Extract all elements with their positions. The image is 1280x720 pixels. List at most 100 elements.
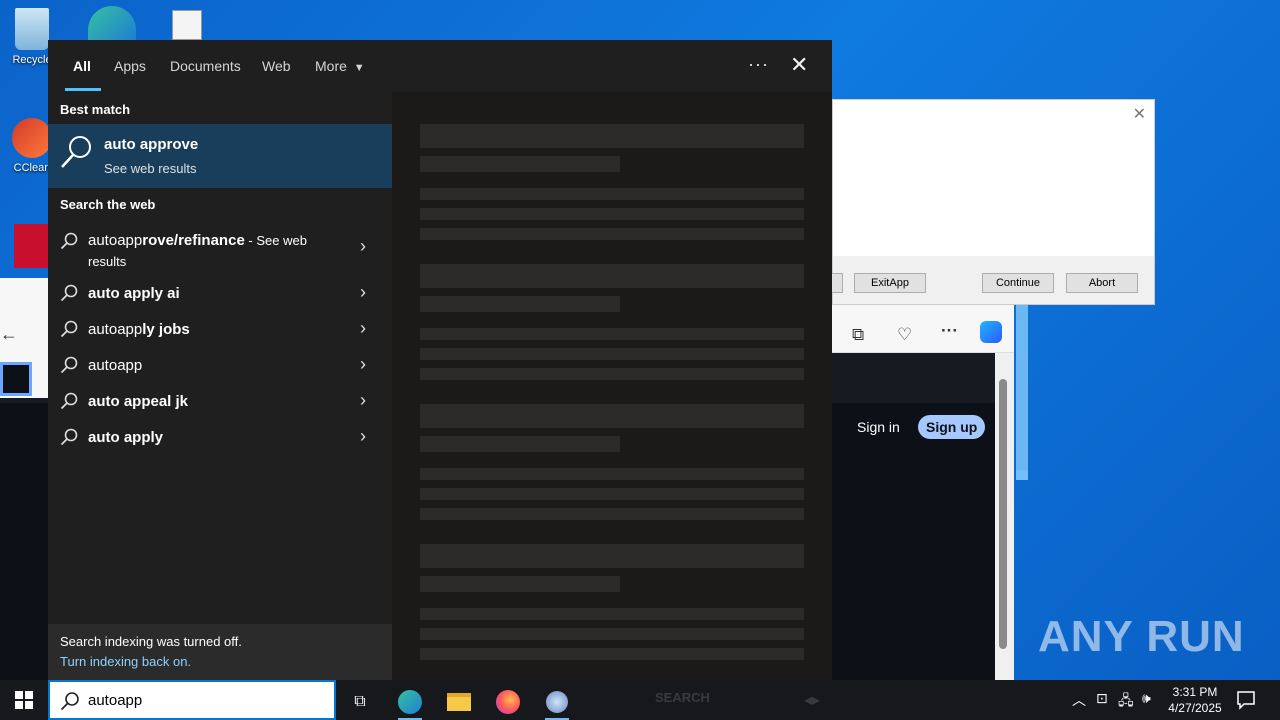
loading-placeholder bbox=[420, 608, 804, 620]
edge-desktop-icon[interactable] bbox=[88, 6, 136, 40]
loading-placeholder bbox=[420, 264, 804, 288]
preview-pane-loading bbox=[392, 92, 832, 680]
search-icon bbox=[60, 320, 78, 338]
loading-placeholder bbox=[420, 544, 804, 568]
search-input[interactable] bbox=[88, 690, 318, 710]
desktop-icon-label: CClean bbox=[13, 162, 51, 174]
tab-apps[interactable]: Apps bbox=[114, 58, 146, 74]
edge-icon bbox=[398, 690, 422, 714]
taskbar: ⧉ SEARCH ◂▸ ︿ ⊡ 🖧 🕪 3:31 PM 4/27/2025 bbox=[0, 680, 1280, 720]
taskbar-file-explorer[interactable] bbox=[439, 684, 479, 720]
web-result-text: autoapply jobs bbox=[88, 321, 190, 338]
web-result-item[interactable]: auto apply › bbox=[48, 420, 392, 456]
web-result-text: auto apply ai bbox=[88, 285, 180, 302]
best-match-result[interactable]: auto approve See web results bbox=[48, 124, 392, 188]
loading-placeholder bbox=[420, 188, 804, 200]
loading-placeholder bbox=[420, 648, 804, 660]
web-result-text: autoapprove/refinance - See web results bbox=[88, 230, 328, 272]
close-icon[interactable]: ✕ bbox=[790, 52, 808, 78]
notification-icon[interactable] bbox=[1236, 690, 1256, 710]
terminal-icon bbox=[0, 362, 32, 396]
search-icon bbox=[60, 392, 78, 410]
more-icon[interactable]: ··· bbox=[941, 321, 958, 341]
sign-up-button[interactable]: Sign up bbox=[918, 415, 986, 439]
web-result-bold: auto apply bbox=[88, 429, 164, 446]
recycle-bin-icon bbox=[15, 8, 49, 50]
more-options-icon[interactable]: ··· bbox=[748, 54, 769, 75]
tab-all[interactable]: All bbox=[73, 58, 91, 74]
loading-placeholder bbox=[420, 368, 804, 380]
chevron-right-icon[interactable]: › bbox=[360, 236, 366, 257]
web-result-item[interactable]: auto apply ai › bbox=[48, 276, 392, 312]
chevron-right-icon[interactable]: › bbox=[360, 426, 366, 447]
results-list: Best match auto approve See web results … bbox=[48, 92, 392, 680]
firefox-icon bbox=[496, 690, 520, 714]
tab-web[interactable]: Web bbox=[262, 58, 291, 74]
ccleaner-icon bbox=[12, 118, 52, 158]
close-icon[interactable]: ✕ bbox=[1133, 104, 1146, 124]
network-icon[interactable]: 🖧 bbox=[1118, 690, 1134, 714]
continue-button[interactable]: Continue bbox=[982, 273, 1054, 293]
file-desktop-icon[interactable] bbox=[172, 10, 202, 40]
exitapp-button[interactable]: ExitApp bbox=[854, 273, 926, 293]
resize-ghost-icon: ◂▸ bbox=[804, 692, 821, 709]
meet-now-icon[interactable]: ⊡ bbox=[1096, 690, 1108, 707]
chevron-right-icon[interactable]: › bbox=[360, 318, 366, 339]
web-result-item[interactable]: autoapprove/refinance - See web results › bbox=[48, 224, 392, 276]
browser-left-strip: ← bbox=[0, 278, 48, 398]
browser-essentials-icon[interactable]: ♡ bbox=[897, 325, 912, 345]
web-result-item[interactable]: autoapply jobs › bbox=[48, 312, 392, 348]
chevron-up-icon[interactable]: ︿ bbox=[1072, 690, 1086, 710]
tab-documents[interactable]: Documents bbox=[170, 58, 241, 74]
loading-placeholder bbox=[420, 468, 804, 480]
turn-indexing-on-link[interactable]: Turn indexing back on. bbox=[60, 654, 191, 669]
web-result-item[interactable]: autoapp › bbox=[48, 348, 392, 384]
scrollbar-thumb[interactable] bbox=[999, 379, 1007, 649]
light-beam bbox=[1016, 300, 1028, 480]
indexing-notice-text: Search indexing was turned off. bbox=[60, 634, 242, 649]
taskbar-firefox[interactable] bbox=[488, 684, 528, 720]
search-icon bbox=[61, 136, 91, 168]
taskbar-search-app[interactable] bbox=[537, 684, 577, 720]
folder-icon bbox=[447, 693, 471, 711]
best-match-subtitle: See web results bbox=[104, 161, 197, 176]
chevron-right-icon[interactable]: › bbox=[360, 390, 366, 411]
loading-placeholder bbox=[420, 208, 804, 220]
search-icon bbox=[60, 284, 78, 302]
task-view-button[interactable]: ⧉ bbox=[340, 684, 380, 720]
web-result-bold: auto apply ai bbox=[88, 285, 180, 302]
clock-date: 4/27/2025 bbox=[1168, 701, 1222, 715]
start-button[interactable] bbox=[0, 680, 48, 720]
tab-more-label: More bbox=[315, 58, 347, 74]
loading-placeholder bbox=[420, 404, 804, 428]
clock-time: 3:31 PM bbox=[1172, 685, 1218, 699]
tab-more[interactable]: More ▼ bbox=[315, 58, 365, 74]
loading-placeholder bbox=[420, 488, 804, 500]
collections-icon[interactable]: ⧉ bbox=[852, 325, 864, 345]
search-icon bbox=[60, 232, 78, 250]
acrobat-desktop-icon[interactable] bbox=[14, 224, 48, 268]
search-web-heading: Search the web bbox=[60, 197, 156, 212]
web-result-item[interactable]: auto appeal jk › bbox=[48, 384, 392, 420]
web-result-text: auto apply bbox=[88, 429, 163, 446]
web-result-suffix: - See web bbox=[244, 233, 307, 248]
web-result-prefix: autoapp bbox=[88, 232, 143, 249]
chevron-down-icon: ▼ bbox=[353, 62, 365, 74]
sign-in-link[interactable]: Sign in bbox=[857, 419, 900, 435]
hidden-dialog-button[interactable] bbox=[831, 273, 843, 293]
chevron-right-icon[interactable]: › bbox=[360, 282, 366, 303]
clock[interactable]: 3:31 PM 4/27/2025 bbox=[1165, 684, 1225, 716]
volume-icon[interactable]: 🕪 bbox=[1142, 690, 1151, 707]
scrollbar[interactable] bbox=[995, 353, 1014, 680]
chevron-right-icon[interactable]: › bbox=[360, 354, 366, 375]
active-tab-indicator bbox=[65, 88, 101, 91]
back-arrow-icon[interactable]: ← bbox=[0, 324, 18, 345]
taskbar-search-box[interactable] bbox=[48, 680, 336, 720]
indexing-notice: Search indexing was turned off. Turn ind… bbox=[48, 624, 392, 680]
loading-placeholder bbox=[420, 348, 804, 360]
windows-icon bbox=[15, 691, 33, 709]
web-result-suffix: results bbox=[88, 254, 127, 269]
taskbar-edge[interactable] bbox=[390, 684, 430, 720]
abort-button[interactable]: Abort bbox=[1066, 273, 1138, 293]
copilot-icon[interactable] bbox=[980, 321, 1002, 343]
